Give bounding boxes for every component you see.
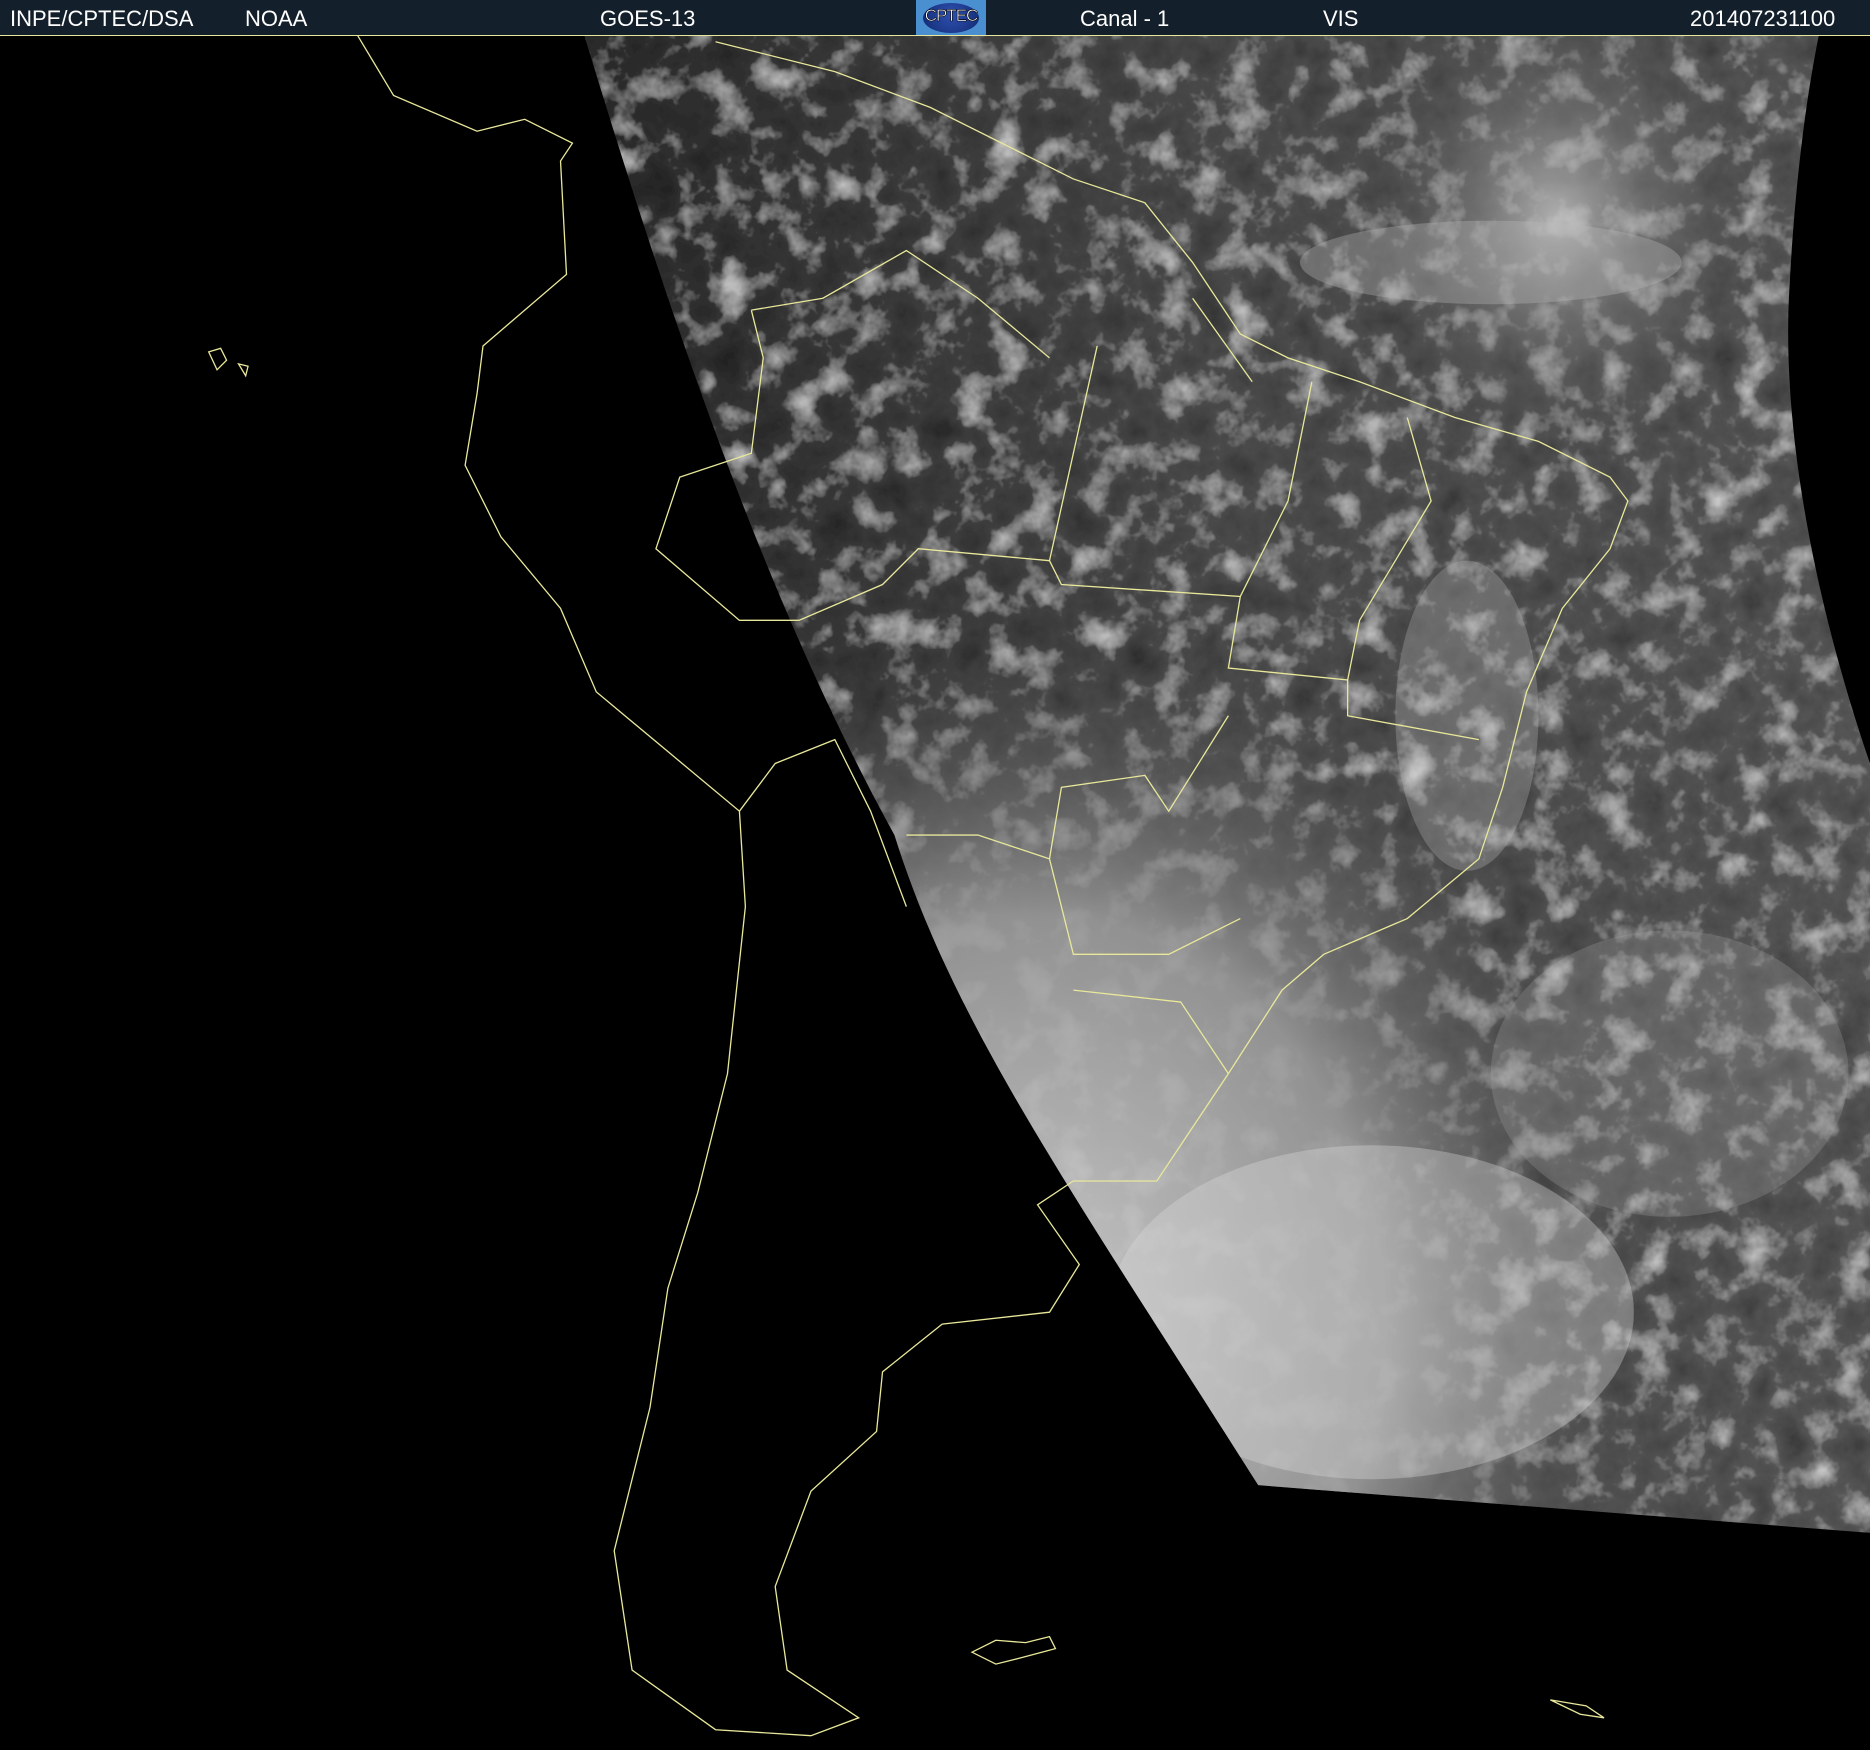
timestamp-label: 201407231100 — [1690, 6, 1836, 31]
galapagos-islands — [207, 347, 249, 378]
image-header-bar: INPE/CPTEC/DSA NOAA GOES-13 CPTEC Canal … — [0, 0, 1870, 36]
satellite-image-map — [207, 35, 1870, 1737]
cptec-logo: CPTEC — [916, 0, 986, 35]
channel-label: Canal - 1 — [1080, 6, 1170, 31]
band-label: VIS — [1323, 6, 1359, 31]
south-georgia-island — [1550, 1699, 1605, 1719]
logo-text: CPTEC — [924, 6, 978, 26]
falkland-islands — [970, 1635, 1057, 1665]
institution-label: INPE/CPTEC/DSA — [10, 6, 194, 31]
agency-label: NOAA — [245, 6, 308, 31]
satellite-swath — [584, 35, 1870, 1533]
satellite-label: GOES-13 — [600, 6, 696, 31]
